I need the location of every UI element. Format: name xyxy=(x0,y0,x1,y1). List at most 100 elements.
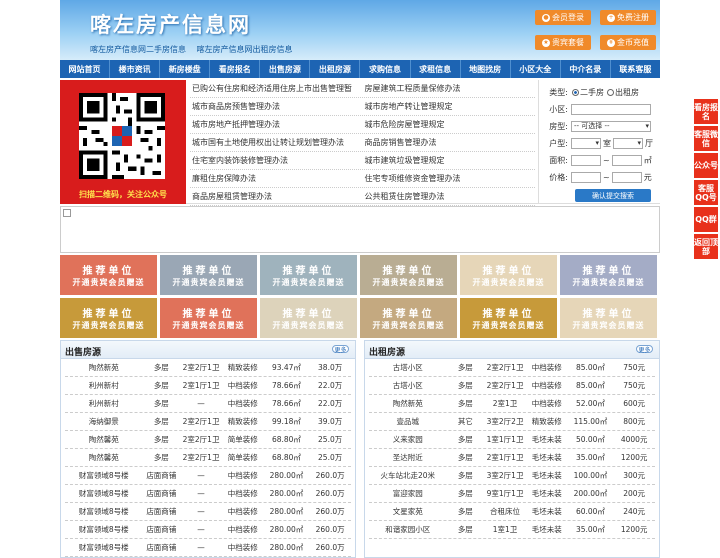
nav-new-homes[interactable]: 新房楼盘 xyxy=(160,60,211,78)
policy-link[interactable]: 住宅室内装饰装修管理办法 xyxy=(190,152,363,169)
community-cell[interactable]: 陶然馨苑 xyxy=(65,431,142,448)
radio-rental[interactable] xyxy=(607,89,614,96)
community-cell[interactable]: 富迎家园 xyxy=(369,485,446,502)
policy-link[interactable]: 城市房地产抵押管理办法 xyxy=(190,116,363,133)
nav-viewing-signup[interactable]: 看房报名 xyxy=(210,60,261,78)
search-submit-button[interactable]: 确认提交搜索 xyxy=(575,189,651,202)
community-cell[interactable]: 财富领域8号楼 xyxy=(65,485,142,502)
rental-link[interactable]: 喀左房产信息网出租房信息 xyxy=(197,45,293,54)
table-row[interactable]: 陶然馨苑 多层 2室2厅1卫 简单装修 68.80㎡ 25.0万 xyxy=(65,449,351,467)
recommended-unit-ad[interactable]: 推荐单位 开通贵宾会员赠送 xyxy=(260,298,357,338)
table-row[interactable]: 壹品城 其它 3室2厅2卫 精致装修 115.00㎡ 800元 xyxy=(369,413,655,431)
policy-link[interactable]: 住宅专项维修资金管理办法 xyxy=(363,170,536,187)
back-to-top-float-button[interactable]: 返回顶部 xyxy=(694,234,718,259)
community-cell[interactable]: 火车站北走20米 xyxy=(369,467,446,484)
community-cell[interactable]: 义来家园 xyxy=(369,431,446,448)
recommended-unit-ad[interactable]: 推荐单位 开通贵宾会员赠送 xyxy=(60,298,157,338)
table-row[interactable]: 陶然馨苑 多层 2室2厅1卫 简单装修 68.80㎡ 25.0万 xyxy=(65,431,351,449)
nav-contact[interactable]: 联系客服 xyxy=(611,60,660,78)
wechat-service-float-button[interactable]: 客服微信 xyxy=(694,126,718,151)
nav-communities[interactable]: 小区大全 xyxy=(511,60,561,78)
community-cell[interactable]: 利州新村 xyxy=(65,377,142,394)
radio-secondhand[interactable] xyxy=(572,89,579,96)
recommended-unit-ad[interactable]: 推荐单位 开通贵宾会员赠送 xyxy=(560,255,657,295)
community-cell[interactable]: 陶然馨苑 xyxy=(65,449,142,466)
house-type-select[interactable]: -- 可选择 -- xyxy=(571,121,651,132)
policy-link[interactable]: 城市建筑垃圾管理规定 xyxy=(363,152,536,169)
community-cell[interactable]: 圣达附近 xyxy=(369,449,446,466)
community-input[interactable] xyxy=(571,104,651,115)
area-min-input[interactable] xyxy=(571,155,601,166)
rent-more-button[interactable]: 更多 xyxy=(636,345,653,354)
site-title[interactable]: 喀左房产信息网 xyxy=(90,9,251,39)
community-cell[interactable]: 财富领域8号楼 xyxy=(65,539,142,556)
price-max-input[interactable] xyxy=(611,172,642,183)
community-cell[interactable]: 古塔小区 xyxy=(369,359,446,376)
table-row[interactable]: 陶然新苑 多层 2室1卫 中档装修 52.00㎡ 600元 xyxy=(369,395,655,413)
community-cell[interactable]: 海纳御景 xyxy=(65,413,142,430)
table-row[interactable]: 陶然新苑 多层 2室2厅1卫 精致装修 93.47㎡ 38.0万 xyxy=(65,359,351,377)
nav-news[interactable]: 楼市资讯 xyxy=(110,60,161,78)
secondhand-link[interactable]: 喀左房产信息网二手房信息 xyxy=(90,45,186,54)
community-cell[interactable]: 财富领域8号楼 xyxy=(65,503,142,520)
policy-link[interactable]: 城市房地产转让管理规定 xyxy=(363,98,536,115)
table-row[interactable]: 财富领域8号楼 店面商铺 — 中档装修 280.00㎡ 260.0万 xyxy=(65,539,351,557)
community-cell[interactable]: 壹品城 xyxy=(369,413,446,430)
official-account-float-button[interactable]: 公众号 xyxy=(694,153,718,178)
table-row[interactable]: 火车站北走20米 多层 3室2厅1卫 毛坯未装 100.00㎡ 300元 xyxy=(369,467,655,485)
nav-wanted-rent[interactable]: 求租信息 xyxy=(411,60,461,78)
table-row[interactable]: 和谐家园小区 多层 1室1卫 毛坯未装 35.00㎡ 1200元 xyxy=(369,521,655,539)
table-row[interactable]: 利州新村 多层 — 中档装修 78.66㎡ 22.0万 xyxy=(65,395,351,413)
recommended-unit-ad[interactable]: 推荐单位 开通贵宾会员赠送 xyxy=(160,255,257,295)
sale-more-button[interactable]: 更多 xyxy=(332,345,349,354)
table-row[interactable]: 财富领域8号楼 店面商铺 — 中档装修 280.00㎡ 260.0万 xyxy=(65,485,351,503)
policy-link[interactable]: 城市商品房预售管理办法 xyxy=(190,98,363,115)
recommended-unit-ad[interactable]: 推荐单位 开通贵宾会员赠送 xyxy=(260,255,357,295)
nav-for-sale[interactable]: 出售房源 xyxy=(260,60,311,78)
table-row[interactable]: 义来家园 多层 1室1厅1卫 毛坯未装 50.00㎡ 4000元 xyxy=(369,431,655,449)
nav-wanted-buy[interactable]: 求购信息 xyxy=(360,60,411,78)
table-row[interactable]: 利州新村 多层 2室1厅1卫 中档装修 78.66㎡ 22.0万 xyxy=(65,377,351,395)
policy-link[interactable]: 已购公有住房和经济适用住房上市出售管理暂 xyxy=(190,80,363,97)
table-row[interactable]: 财富领域8号楼 店面商铺 — 中档装修 280.00㎡ 260.0万 xyxy=(65,521,351,539)
policy-link[interactable]: 公共租赁住房管理办法 xyxy=(363,188,536,205)
table-row[interactable]: 富迎家园 多层 9室1厅1卫 毛坯未装 200.00㎡ 200元 xyxy=(369,485,655,503)
table-row[interactable]: 圣达附近 多层 2室1厅1卫 毛坯未装 35.00㎡ 1200元 xyxy=(369,449,655,467)
recommended-unit-ad[interactable]: 推荐单位 开通贵宾会员赠送 xyxy=(360,298,457,338)
viewing-signup-float-button[interactable]: 看房报名 xyxy=(694,99,718,124)
recommended-unit-ad[interactable]: 推荐单位 开通贵宾会员赠送 xyxy=(60,255,157,295)
qq-group-float-button[interactable]: QQ群 xyxy=(694,207,718,232)
community-cell[interactable]: 陶然新苑 xyxy=(65,359,142,376)
community-cell[interactable]: 古塔小区 xyxy=(369,377,446,394)
recommended-unit-ad[interactable]: 推荐单位 开通贵宾会员赠送 xyxy=(460,255,557,295)
policy-link[interactable]: 城市危险房屋管理规定 xyxy=(363,116,536,133)
recommended-unit-ad[interactable]: 推荐单位 开通贵宾会员赠送 xyxy=(360,255,457,295)
policy-link[interactable]: 城市国有土地使用权出让转让规划管理办法 xyxy=(190,134,363,151)
table-row[interactable]: 古塔小区 多层 2室2厅1卫 中档装修 85.00㎡ 750元 xyxy=(369,359,655,377)
nav-home[interactable]: 网站首页 xyxy=(60,60,111,78)
community-cell[interactable]: 利州新村 xyxy=(65,395,142,412)
policy-link[interactable]: 商品房销售管理办法 xyxy=(363,134,536,151)
recommended-unit-ad[interactable]: 推荐单位 开通贵宾会员赠送 xyxy=(560,298,657,338)
room-select[interactable] xyxy=(571,138,601,149)
table-row[interactable]: 财富领域8号楼 店面商铺 — 中档装修 280.00㎡ 260.0万 xyxy=(65,503,351,521)
vip-package-button[interactable]: ★ 贵宾套餐 xyxy=(535,35,591,50)
table-row[interactable]: 财富领域8号楼 店面商铺 — 中档装修 280.00㎡ 260.0万 xyxy=(65,467,351,485)
community-cell[interactable]: 文星家苑 xyxy=(369,503,446,520)
recharge-button[interactable]: ¥ 金币充值 xyxy=(600,35,656,50)
table-row[interactable]: 文星家苑 多层 合租床位 毛坯未装 60.00㎡ 240元 xyxy=(369,503,655,521)
table-row[interactable]: 古塔小区 多层 2室2厅1卫 中档装修 85.00㎡ 750元 xyxy=(369,377,655,395)
qq-service-float-button[interactable]: 客服QQ号 xyxy=(694,180,718,205)
table-row[interactable]: 海纳御景 多层 2室2厅1卫 精致装修 99.18㎡ 39.0万 xyxy=(65,413,351,431)
policy-link[interactable]: 商品房屋租赁管理办法 xyxy=(190,188,363,205)
area-max-input[interactable] xyxy=(611,155,642,166)
community-cell[interactable]: 财富领域8号楼 xyxy=(65,467,142,484)
register-button[interactable]: + 免费注册 xyxy=(600,10,656,25)
nav-agencies[interactable]: 中介名录 xyxy=(561,60,611,78)
policy-link[interactable]: 房屋建筑工程质量保修办法 xyxy=(363,80,536,97)
nav-map-search[interactable]: 地图找房 xyxy=(461,60,511,78)
recommended-unit-ad[interactable]: 推荐单位 开通贵宾会员赠送 xyxy=(160,298,257,338)
banner-ad[interactable] xyxy=(60,206,660,253)
recommended-unit-ad[interactable]: 推荐单位 开通贵宾会员赠送 xyxy=(460,298,557,338)
login-button[interactable]: ● 会员登录 xyxy=(535,10,591,25)
